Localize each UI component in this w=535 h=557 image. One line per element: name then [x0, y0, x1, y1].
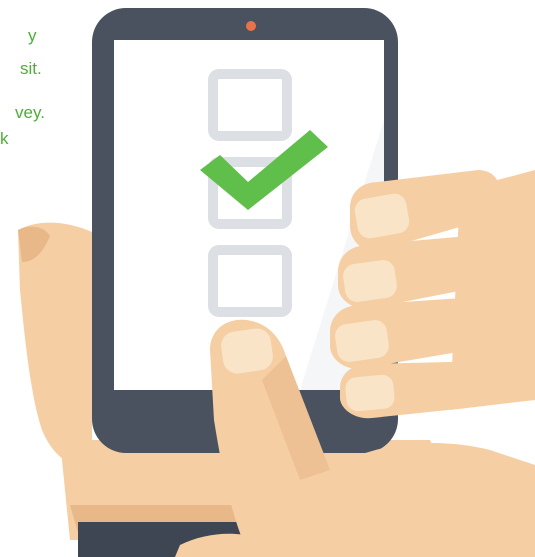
fingernail — [335, 320, 389, 362]
fingernail — [343, 260, 397, 302]
gripping-fingers — [330, 170, 535, 419]
illustration: y sit. vey. k — [0, 0, 535, 557]
fingernail — [345, 374, 395, 412]
fingernail — [221, 328, 273, 374]
hand-holding-phone-illustration — [18, 8, 535, 557]
camera-dot-icon — [246, 21, 256, 31]
